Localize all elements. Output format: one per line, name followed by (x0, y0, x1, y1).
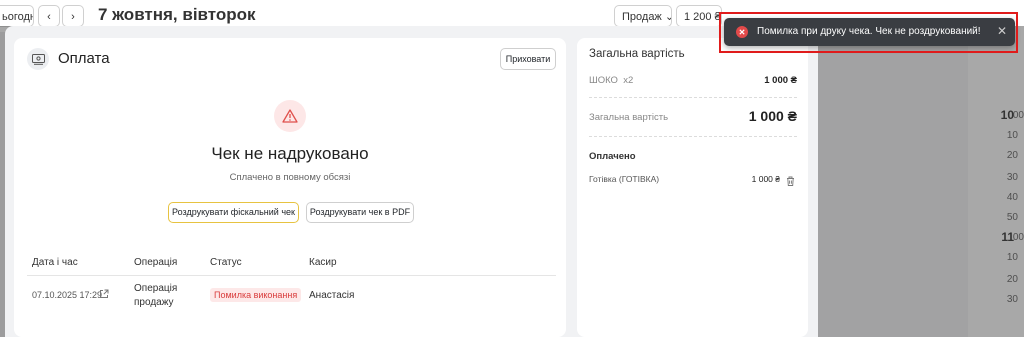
row-operation-line1: Операція (134, 283, 178, 294)
highlight-box (719, 12, 1018, 53)
row-datetime-text: 07.10.2025 17:29 (32, 290, 103, 300)
item-name-text: ШОКО (589, 75, 618, 86)
chevron-down-icon: ⌄ (665, 11, 671, 23)
column-header-cashier: Касир (309, 257, 337, 268)
total-label: Загальна вартість (589, 112, 669, 123)
total-value: 1 000 ₴ (748, 108, 797, 124)
payment-title: Оплата (58, 50, 110, 67)
paid-value: 1 000 ₴ (751, 174, 780, 184)
column-header-datetime: Дата і час (32, 257, 78, 268)
table-divider (27, 275, 556, 276)
row-cashier: Анастасія (309, 290, 355, 301)
summary-title: Загальна вартість (589, 48, 685, 60)
status-badge: Помилка виконання (210, 288, 302, 302)
item-price: 1 000 ₴ (764, 75, 797, 86)
prev-day-button[interactable]: ‹ (38, 5, 60, 27)
amount-badge: 1 200 ₴ (676, 5, 722, 27)
next-day-button[interactable]: › (62, 5, 84, 27)
receipt-status-title: Чек не надруковано (211, 144, 369, 163)
summary-divider (589, 136, 797, 137)
summary-divider (589, 97, 797, 98)
row-datetime: 07.10.2025 17:29 (32, 290, 102, 300)
column-header-status: Статус (210, 257, 242, 268)
item-qty: x2 (623, 75, 634, 86)
receipt-status-subtitle: Сплачено в повному обсязі (229, 172, 351, 183)
payment-icon (27, 48, 49, 70)
row-operation-line2: продажу (134, 297, 174, 308)
column-header-operation: Операція (134, 257, 178, 268)
external-link-icon[interactable] (99, 289, 109, 302)
date-title: 7 жовтня, вівторок (98, 5, 256, 24)
item-name: ШОКО x2 (589, 75, 633, 86)
paid-method: Готівка (ГОТІВКА) (589, 174, 660, 184)
sales-select-label: Продаж (622, 11, 662, 23)
hide-button[interactable]: Приховати (500, 48, 556, 70)
print-pdf-receipt-button[interactable]: Роздрукувати чек в PDF (306, 202, 414, 223)
paid-title: Оплачено (589, 151, 636, 162)
print-fiscal-receipt-button[interactable]: Роздрукувати фіскальний чек (168, 202, 299, 223)
warning-icon (274, 100, 306, 132)
trash-icon[interactable] (786, 173, 795, 191)
today-button[interactable]: ьогодні (0, 5, 34, 27)
sales-select[interactable]: Продаж ⌄ (614, 5, 672, 27)
